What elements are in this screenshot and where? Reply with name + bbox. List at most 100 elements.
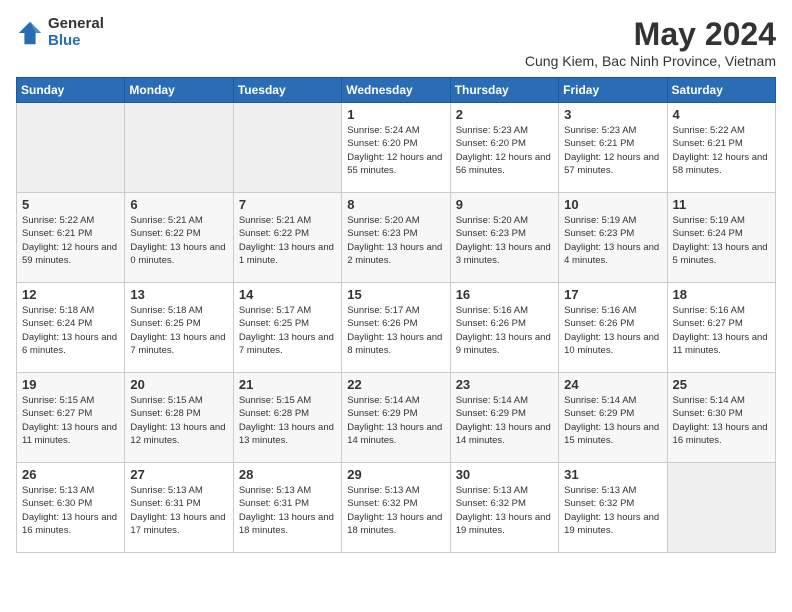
day-number: 6	[130, 197, 227, 212]
cell-info: Sunrise: 5:16 AMSunset: 6:26 PMDaylight:…	[564, 304, 661, 357]
cell-info: Sunrise: 5:22 AMSunset: 6:21 PMDaylight:…	[22, 214, 119, 267]
header-cell-saturday: Saturday	[667, 78, 775, 103]
cell-info: Sunrise: 5:18 AMSunset: 6:25 PMDaylight:…	[130, 304, 227, 357]
day-number: 7	[239, 197, 336, 212]
calendar-cell	[233, 103, 341, 193]
day-number: 1	[347, 107, 444, 122]
calendar-cell: 20 Sunrise: 5:15 AMSunset: 6:28 PMDayligh…	[125, 373, 233, 463]
cell-info: Sunrise: 5:14 AMSunset: 6:30 PMDaylight:…	[673, 394, 770, 447]
calendar-cell: 29 Sunrise: 5:13 AMSunset: 6:32 PMDayligh…	[342, 463, 450, 553]
logo: General Blue	[16, 16, 104, 49]
cell-info: Sunrise: 5:14 AMSunset: 6:29 PMDaylight:…	[564, 394, 661, 447]
cell-info: Sunrise: 5:21 AMSunset: 6:22 PMDaylight:…	[239, 214, 336, 267]
day-number: 17	[564, 287, 661, 302]
location: Cung Kiem, Bac Ninh Province, Vietnam	[525, 53, 776, 69]
day-number: 12	[22, 287, 119, 302]
header-cell-monday: Monday	[125, 78, 233, 103]
cell-info: Sunrise: 5:23 AMSunset: 6:21 PMDaylight:…	[564, 124, 661, 177]
cell-info: Sunrise: 5:21 AMSunset: 6:22 PMDaylight:…	[130, 214, 227, 267]
day-number: 15	[347, 287, 444, 302]
day-number: 14	[239, 287, 336, 302]
day-number: 9	[456, 197, 553, 212]
day-number: 28	[239, 467, 336, 482]
day-number: 25	[673, 377, 770, 392]
calendar-header: SundayMondayTuesdayWednesdayThursdayFrid…	[17, 78, 776, 103]
day-number: 22	[347, 377, 444, 392]
calendar-cell: 28 Sunrise: 5:13 AMSunset: 6:31 PMDayligh…	[233, 463, 341, 553]
header-cell-sunday: Sunday	[17, 78, 125, 103]
calendar-cell	[17, 103, 125, 193]
calendar-cell: 3 Sunrise: 5:23 AMSunset: 6:21 PMDaylight…	[559, 103, 667, 193]
cell-info: Sunrise: 5:13 AMSunset: 6:32 PMDaylight:…	[564, 484, 661, 537]
cell-info: Sunrise: 5:13 AMSunset: 6:31 PMDaylight:…	[239, 484, 336, 537]
day-number: 11	[673, 197, 770, 212]
calendar-cell: 19Sunrise: 5:15 AMSunset: 6:27 PMDayligh…	[17, 373, 125, 463]
header-cell-thursday: Thursday	[450, 78, 558, 103]
header-cell-wednesday: Wednesday	[342, 78, 450, 103]
calendar-cell: 10 Sunrise: 5:19 AMSunset: 6:23 PMDayligh…	[559, 193, 667, 283]
calendar-cell: 11 Sunrise: 5:19 AMSunset: 6:24 PMDayligh…	[667, 193, 775, 283]
logo-blue: Blue	[48, 33, 104, 50]
calendar-cell	[667, 463, 775, 553]
cell-info: Sunrise: 5:13 AMSunset: 6:31 PMDaylight:…	[130, 484, 227, 537]
cell-info: Sunrise: 5:17 AMSunset: 6:26 PMDaylight:…	[347, 304, 444, 357]
calendar-cell: 5Sunrise: 5:22 AMSunset: 6:21 PMDaylight…	[17, 193, 125, 283]
calendar-cell: 22Sunrise: 5:14 AMSunset: 6:29 PMDayligh…	[342, 373, 450, 463]
calendar-week-3: 12 Sunrise: 5:18 AMSunset: 6:24 PMDayligh…	[17, 283, 776, 373]
logo-icon	[16, 19, 44, 47]
day-number: 4	[673, 107, 770, 122]
calendar-cell: 9 Sunrise: 5:20 AMSunset: 6:23 PMDaylight…	[450, 193, 558, 283]
day-number: 26	[22, 467, 119, 482]
page-header: General Blue May 2024 Cung Kiem, Bac Nin…	[16, 16, 776, 69]
cell-info: Sunrise: 5:13 AMSunset: 6:32 PMDaylight:…	[347, 484, 444, 537]
calendar-cell: 26 Sunrise: 5:13 AMSunset: 6:30 PMDayligh…	[17, 463, 125, 553]
calendar-cell: 13 Sunrise: 5:18 AMSunset: 6:25 PMDayligh…	[125, 283, 233, 373]
calendar-body: 1Sunrise: 5:24 AMSunset: 6:20 PMDaylight…	[17, 103, 776, 553]
month-year: May 2024	[525, 16, 776, 53]
calendar-cell: 15 Sunrise: 5:17 AMSunset: 6:26 PMDayligh…	[342, 283, 450, 373]
day-number: 20	[130, 377, 227, 392]
calendar-cell: 2Sunrise: 5:23 AMSunset: 6:20 PMDaylight…	[450, 103, 558, 193]
calendar-cell: 1Sunrise: 5:24 AMSunset: 6:20 PMDaylight…	[342, 103, 450, 193]
calendar-cell: 8 Sunrise: 5:20 AMSunset: 6:23 PMDaylight…	[342, 193, 450, 283]
calendar-cell: 17 Sunrise: 5:16 AMSunset: 6:26 PMDayligh…	[559, 283, 667, 373]
calendar-cell: 7 Sunrise: 5:21 AMSunset: 6:22 PMDaylight…	[233, 193, 341, 283]
calendar-cell: 23Sunrise: 5:14 AMSunset: 6:29 PMDayligh…	[450, 373, 558, 463]
cell-info: Sunrise: 5:20 AMSunset: 6:23 PMDaylight:…	[456, 214, 553, 267]
cell-info: Sunrise: 5:15 AMSunset: 6:27 PMDaylight:…	[22, 394, 119, 447]
calendar: SundayMondayTuesdayWednesdayThursdayFrid…	[16, 77, 776, 553]
cell-info: Sunrise: 5:20 AMSunset: 6:23 PMDaylight:…	[347, 214, 444, 267]
cell-info: Sunrise: 5:16 AMSunset: 6:26 PMDaylight:…	[456, 304, 553, 357]
calendar-week-1: 1Sunrise: 5:24 AMSunset: 6:20 PMDaylight…	[17, 103, 776, 193]
day-number: 27	[130, 467, 227, 482]
cell-info: Sunrise: 5:13 AMSunset: 6:30 PMDaylight:…	[22, 484, 119, 537]
day-number: 18	[673, 287, 770, 302]
day-number: 10	[564, 197, 661, 212]
logo-general: General	[48, 16, 104, 33]
day-number: 8	[347, 197, 444, 212]
cell-info: Sunrise: 5:23 AMSunset: 6:20 PMDaylight:…	[456, 124, 553, 177]
calendar-cell: 31Sunrise: 5:13 AMSunset: 6:32 PMDayligh…	[559, 463, 667, 553]
cell-info: Sunrise: 5:19 AMSunset: 6:23 PMDaylight:…	[564, 214, 661, 267]
calendar-cell: 6 Sunrise: 5:21 AMSunset: 6:22 PMDaylight…	[125, 193, 233, 283]
calendar-cell: 25 Sunrise: 5:14 AMSunset: 6:30 PMDayligh…	[667, 373, 775, 463]
cell-info: Sunrise: 5:15 AMSunset: 6:28 PMDaylight:…	[130, 394, 227, 447]
logo-text: General Blue	[48, 16, 104, 49]
cell-info: Sunrise: 5:15 AMSunset: 6:28 PMDaylight:…	[239, 394, 336, 447]
day-number: 13	[130, 287, 227, 302]
calendar-cell: 18 Sunrise: 5:16 AMSunset: 6:27 PMDayligh…	[667, 283, 775, 373]
calendar-week-2: 5Sunrise: 5:22 AMSunset: 6:21 PMDaylight…	[17, 193, 776, 283]
calendar-cell	[125, 103, 233, 193]
calendar-cell: 24Sunrise: 5:14 AMSunset: 6:29 PMDayligh…	[559, 373, 667, 463]
day-number: 21	[239, 377, 336, 392]
day-number: 30	[456, 467, 553, 482]
day-number: 23	[456, 377, 553, 392]
day-number: 29	[347, 467, 444, 482]
cell-info: Sunrise: 5:17 AMSunset: 6:25 PMDaylight:…	[239, 304, 336, 357]
calendar-cell: 30Sunrise: 5:13 AMSunset: 6:32 PMDayligh…	[450, 463, 558, 553]
calendar-cell: 21 Sunrise: 5:15 AMSunset: 6:28 PMDayligh…	[233, 373, 341, 463]
day-number: 3	[564, 107, 661, 122]
cell-info: Sunrise: 5:18 AMSunset: 6:24 PMDaylight:…	[22, 304, 119, 357]
cell-info: Sunrise: 5:16 AMSunset: 6:27 PMDaylight:…	[673, 304, 770, 357]
cell-info: Sunrise: 5:19 AMSunset: 6:24 PMDaylight:…	[673, 214, 770, 267]
